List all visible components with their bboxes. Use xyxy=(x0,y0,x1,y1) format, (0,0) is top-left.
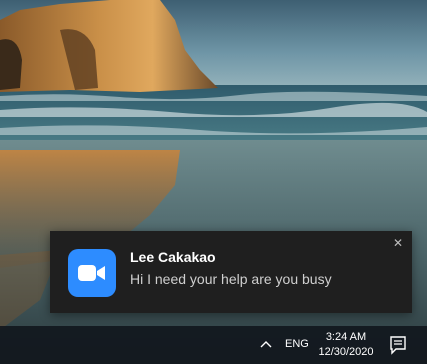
video-camera-icon xyxy=(78,265,105,281)
clock-time: 3:24 AM xyxy=(325,331,367,343)
chevron-up-icon[interactable] xyxy=(258,337,274,353)
notification-sender: Lee Cakakao xyxy=(130,249,216,265)
clock-date: 12/30/2020 xyxy=(318,346,374,358)
taskbar: ENG 3:24 AM 12/30/2020 xyxy=(0,326,427,364)
language-indicator[interactable]: ENG xyxy=(285,338,309,350)
action-center-icon[interactable] xyxy=(384,334,412,356)
zoom-app-icon xyxy=(68,249,116,297)
close-icon[interactable]: ✕ xyxy=(391,236,405,250)
desktop: ✕ Lee Cakakao Hi I need your help are yo… xyxy=(0,0,427,364)
toast-notification[interactable]: ✕ Lee Cakakao Hi I need your help are yo… xyxy=(50,231,412,313)
system-clock[interactable]: 3:24 AM 12/30/2020 xyxy=(316,330,376,360)
notification-message: Hi I need your help are you busy xyxy=(130,271,332,287)
